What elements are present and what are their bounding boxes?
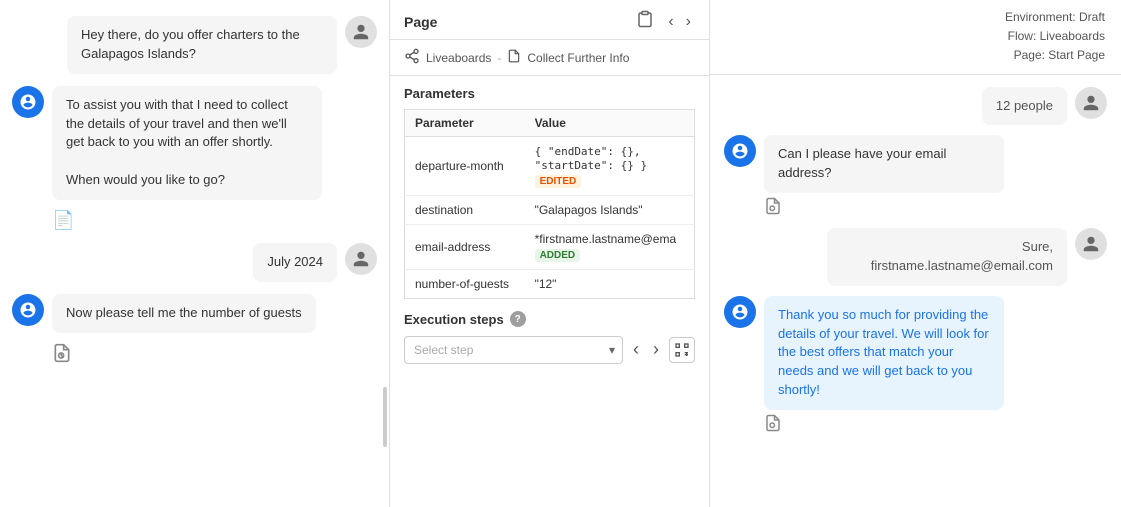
param-name-3: number-of-guests <box>405 270 525 299</box>
r-bubble-bot-1: Can I please have your email address? <box>764 135 1004 193</box>
clipboard-icon <box>636 10 654 33</box>
left-chat-area: Hey there, do you offer charters to the … <box>0 0 389 507</box>
r-file-icon-1 <box>764 197 1004 218</box>
middle-panel: Page ‹ › Liveaboards - Collect Further I… <box>390 0 710 507</box>
r-bubble-user-1: 12 people <box>982 87 1067 126</box>
step-select-row: ▾ Select step ‹ › <box>404 335 695 364</box>
params-title: Parameters <box>404 86 695 101</box>
help-icon[interactable]: ? <box>510 311 526 327</box>
r-avatar-bot-1 <box>724 135 756 167</box>
breadcrumb-page: Collect Further Info <box>527 51 629 65</box>
table-row: number-of-guests "12" <box>405 270 695 299</box>
r-avatar-user-1 <box>1075 87 1107 119</box>
badge-added-2: ADDED <box>535 249 581 262</box>
prev-page-button[interactable]: ‹ <box>664 10 677 33</box>
file-icon-row-2 <box>52 343 316 369</box>
params-section: Parameters Parameter Value departure-mon… <box>390 76 709 299</box>
right-panel: Environment: Draft Flow: Liveaboards Pag… <box>710 0 1121 507</box>
breadcrumb-flow: Liveaboards <box>426 51 491 65</box>
param-value-0: { "endDate": {},"startDate": {} } EDITED <box>525 137 695 196</box>
scan-button[interactable] <box>669 337 695 363</box>
prev-step-button[interactable]: ‹ <box>629 335 643 364</box>
table-row: email-address *firstname.lastname@ema AD… <box>405 225 695 270</box>
file-clock-icon-2 <box>52 343 72 369</box>
r-bubble-bot-2-blue: Thank you so much for providing the deta… <box>764 296 1004 410</box>
bubble-bot-2: Now please tell me the number of guests <box>52 294 316 333</box>
file-icon-row-1: 📄 <box>52 210 322 231</box>
avatar-bot-1 <box>12 86 44 118</box>
param-name-1: destination <box>405 196 525 225</box>
flow-label: Flow: Liveaboards <box>726 27 1105 46</box>
param-name-0: departure-month <box>405 137 525 196</box>
param-col-header: Parameter <box>405 110 525 137</box>
r-file-icon-2 <box>764 414 1004 435</box>
bubble-user-2: July 2024 <box>253 243 337 282</box>
r-chat-row-user-2: Sure, firstname.lastname@email.com <box>724 228 1107 286</box>
breadcrumb: Liveaboards - Collect Further Info <box>390 40 709 76</box>
chat-row-bot-2: Now please tell me the number of guests <box>12 294 377 369</box>
r-chat-row-user-1: 12 people <box>724 87 1107 126</box>
chat-row-user-2: July 2024 <box>12 243 377 282</box>
badge-edited-0: EDITED <box>535 175 582 188</box>
page-title: Page <box>404 14 437 30</box>
param-value-2: *firstname.lastname@ema ADDED <box>525 225 695 270</box>
step-select-wrapper: ▾ Select step <box>404 336 623 364</box>
r-bubble-user-2: Sure, firstname.lastname@email.com <box>827 228 1067 286</box>
left-chat-panel: Hey there, do you offer charters to the … <box>0 0 390 507</box>
next-page-button[interactable]: › <box>682 10 695 33</box>
file-clock-icon-1: 📄 <box>52 210 74 231</box>
params-table: Parameter Value departure-month { "endDa… <box>404 109 695 299</box>
page-header: Page ‹ › <box>390 0 709 40</box>
right-chat-area: 12 people Can I please have your email a… <box>710 75 1121 507</box>
r-chat-row-bot-1: Can I please have your email address? <box>724 135 1107 218</box>
env-header: Environment: Draft Flow: Liveaboards Pag… <box>710 0 1121 75</box>
doc-icon <box>507 49 521 66</box>
page-nav: ‹ › <box>636 10 695 33</box>
exec-section: Execution steps ? ▾ Select step ‹ › <box>390 299 709 372</box>
r-chat-row-bot-2: Thank you so much for providing the deta… <box>724 296 1107 435</box>
next-step-button[interactable]: › <box>649 335 663 364</box>
chat-row-user-1: Hey there, do you offer charters to the … <box>12 16 377 74</box>
chat-row-bot-1: To assist you with that I need to collec… <box>12 86 377 231</box>
param-value-3: "12" <box>525 270 695 299</box>
table-row: destination "Galapagos Islands" <box>405 196 695 225</box>
step-select[interactable] <box>404 336 623 364</box>
exec-title: Execution steps ? <box>404 311 695 327</box>
bubble-bot-1: To assist you with that I need to collec… <box>52 86 322 200</box>
page-label: Page: Start Page <box>726 46 1105 65</box>
r-avatar-user-2 <box>1075 228 1107 260</box>
table-row: departure-month { "endDate": {},"startDa… <box>405 137 695 196</box>
avatar-user-2 <box>345 243 377 275</box>
avatar-bot-2 <box>12 294 44 326</box>
env-label: Environment: Draft <box>726 8 1105 27</box>
r-avatar-bot-2 <box>724 296 756 328</box>
avatar-user-1 <box>345 16 377 48</box>
param-name-2: email-address <box>405 225 525 270</box>
value-col-header: Value <box>525 110 695 137</box>
bubble-user-1: Hey there, do you offer charters to the … <box>67 16 337 74</box>
flow-icon <box>404 48 420 67</box>
param-value-1: "Galapagos Islands" <box>525 196 695 225</box>
breadcrumb-separator: - <box>497 51 501 65</box>
